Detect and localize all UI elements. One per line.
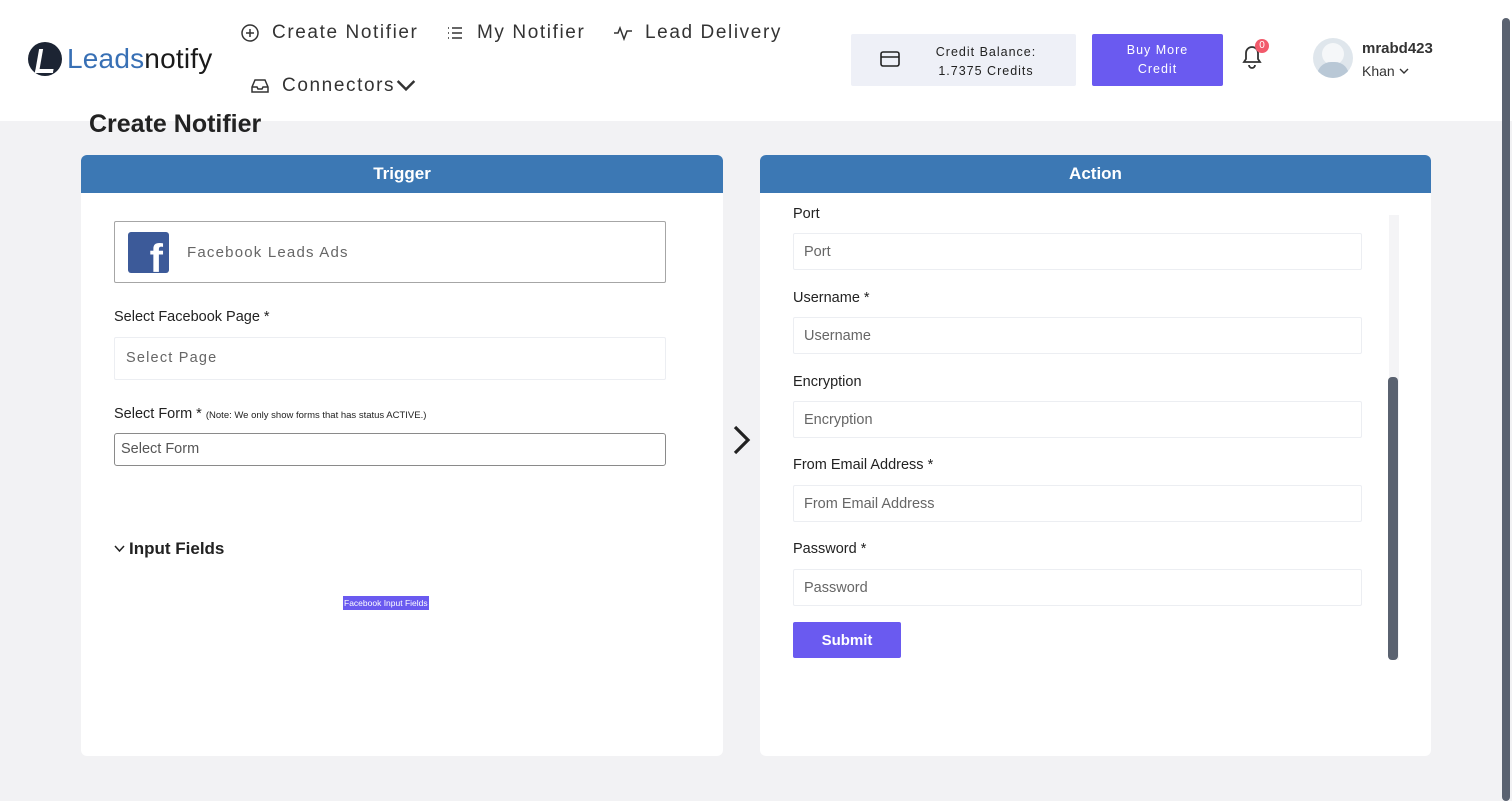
credit-balance: Credit Balance: 1.7375 Credits [851, 34, 1076, 86]
credit-balance-value: 1.7375 Credits [938, 64, 1034, 78]
user-name[interactable]: mrabd423 [1362, 40, 1433, 57]
credit-card-icon [880, 51, 900, 67]
from-email-input[interactable] [793, 485, 1362, 522]
select-page-dropdown[interactable]: Select Page [114, 337, 666, 380]
trigger-app-selector[interactable]: f Facebook Leads Ads [114, 221, 666, 283]
nav-create-notifier-label: Create Notifier [272, 22, 419, 43]
credit-balance-text: Credit Balance: 1.7375 Credits [911, 43, 1061, 81]
buy-more-credit-button[interactable]: Buy More Credit [1092, 34, 1223, 86]
select-page-label: Select Facebook Page * [114, 309, 270, 325]
nav-create-notifier[interactable]: Create Notifier [240, 22, 419, 44]
nav-my-notifier-label: My Notifier [477, 22, 586, 43]
buy-more-credit-line2: Credit [1137, 62, 1178, 76]
password-input[interactable] [793, 569, 1362, 606]
action-panel: Action Port Username * Encryption From E… [760, 155, 1431, 756]
trigger-panel-title: Trigger [81, 155, 723, 193]
encryption-input[interactable] [793, 401, 1362, 438]
select-form-dropdown[interactable]: Select Form [114, 433, 666, 466]
page-title: Create Notifier [89, 110, 262, 138]
user-menu-toggle[interactable]: Khan [1362, 63, 1409, 79]
facebook-icon: f [128, 231, 169, 273]
username-label: Username * [793, 290, 870, 306]
top-header: Leadsnotify Create Notifier My Notifier … [0, 0, 1512, 121]
username-input[interactable] [793, 317, 1362, 354]
chevron-right-icon [733, 425, 751, 455]
notification-badge: 0 [1255, 39, 1269, 53]
input-fields-label: Input Fields [129, 539, 225, 558]
submit-button[interactable]: Submit [793, 622, 901, 658]
trigger-panel: Trigger f Facebook Leads Ads Select Face… [81, 155, 723, 756]
from-email-label: From Email Address * [793, 457, 934, 473]
logo-text: Leadsnotify [67, 43, 213, 74]
avatar[interactable] [1313, 38, 1353, 78]
port-input[interactable] [793, 233, 1362, 270]
nav-lead-delivery-label: Lead Delivery [645, 22, 782, 43]
leadsnotify-logo[interactable]: Leadsnotify [28, 42, 212, 76]
credit-balance-label: Credit Balance: [935, 45, 1037, 59]
inbox-icon [250, 76, 270, 96]
nav-my-notifier[interactable]: My Notifier [445, 22, 585, 44]
buy-more-credit-line1: Buy More [1126, 43, 1189, 57]
chevron-down-icon [114, 545, 125, 553]
action-panel-title: Action [760, 155, 1431, 193]
chevron-down-icon [1399, 68, 1409, 74]
action-scroll-thumb[interactable] [1388, 377, 1398, 660]
select-form-note: (Note: We only show forms that has statu… [205, 410, 427, 421]
plus-circle-icon [240, 23, 260, 43]
facebook-input-fields-tag: Facebook Input Fields [343, 596, 429, 610]
list-icon [445, 23, 465, 43]
page-scrollbar[interactable] [1502, 18, 1510, 801]
user-subname: Khan [1362, 63, 1395, 79]
input-fields-toggle[interactable]: Input Fields [114, 539, 224, 559]
nav-connectors[interactable]: Connectors [250, 75, 416, 97]
nav-lead-delivery[interactable]: Lead Delivery [613, 22, 782, 44]
port-label: Port [793, 206, 820, 222]
select-form-label: Select Form * (Note: We only show forms … [114, 406, 426, 422]
chevron-down-icon [396, 80, 416, 92]
encryption-label: Encryption [793, 374, 862, 390]
activity-icon [613, 23, 633, 43]
logo-mark-icon [28, 42, 62, 76]
password-label: Password * [793, 541, 867, 557]
select-form-label-text: Select Form * [114, 406, 202, 422]
nav-connectors-label: Connectors [282, 75, 396, 96]
trigger-app-name: Facebook Leads Ads [187, 243, 349, 261]
